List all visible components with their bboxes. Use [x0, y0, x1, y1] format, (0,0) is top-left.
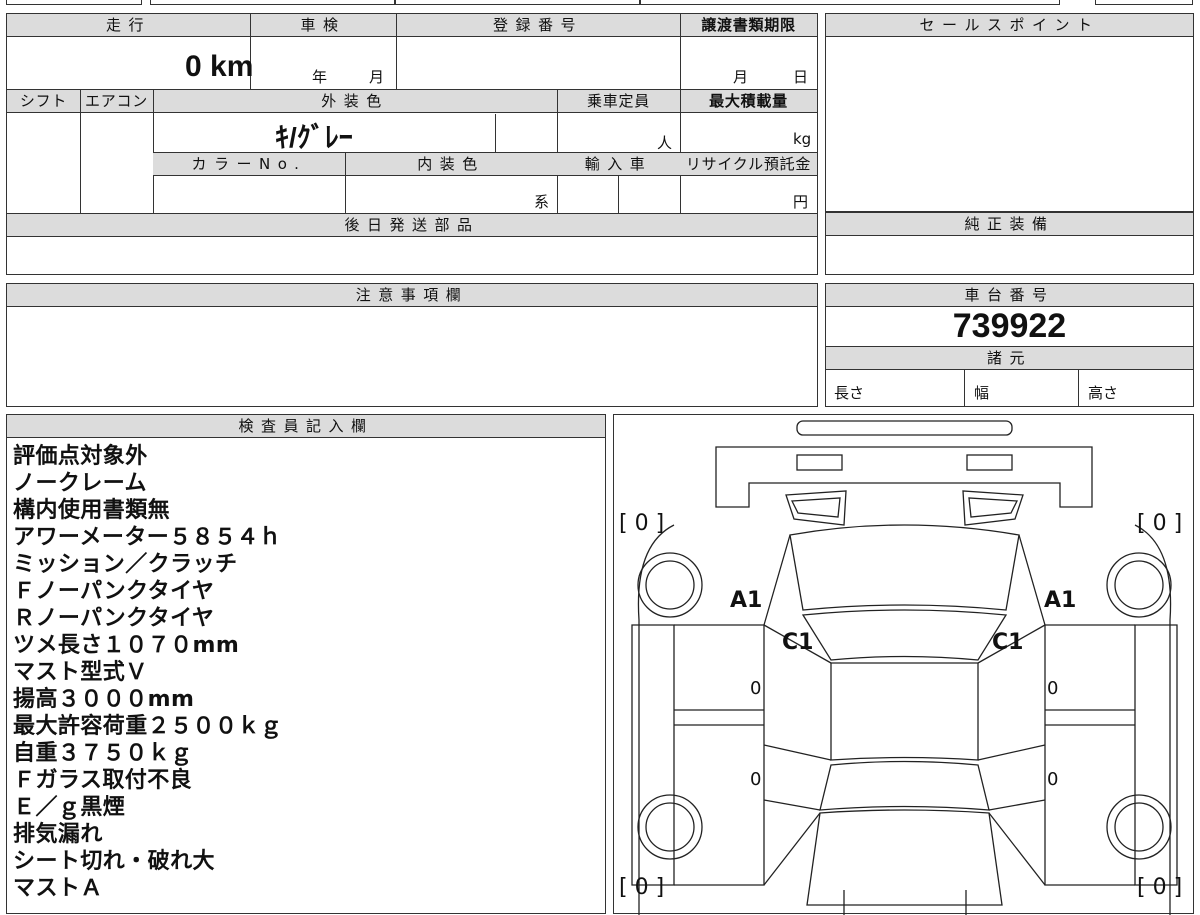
tire-fl-label: [ 0 ]	[619, 511, 665, 536]
notes-header: 注意事項欄	[7, 284, 817, 307]
remark-line: ツメ長さ１０７０mm	[13, 633, 240, 658]
remark-line: Ｒノーパンクタイヤ	[13, 606, 215, 631]
sales-point-header: セールスポイント	[826, 14, 1193, 37]
genuine-equipment-box: 純正装備	[825, 212, 1194, 275]
shift-header: シフト	[7, 90, 80, 113]
mileage-header: 走行	[7, 14, 250, 37]
vehicle-diagram-box: [ 0 ] [ 0 ] [ 0 ] [ 0 ] A1 A1 C1 C1 0 0 …	[613, 414, 1194, 915]
remark-line: 排気漏れ	[13, 822, 103, 847]
max-load-unit: kg	[793, 130, 812, 148]
height-label: 高さ	[1088, 384, 1119, 402]
remark-line: Ｆガラス取付不良	[13, 768, 193, 793]
damage-mark-a1-right: A1	[1044, 588, 1077, 613]
vehicle-info-grid: 走行 車検 登録番号 譲渡書類期限 0 km 年 月 月 日 シフト エアコン …	[6, 13, 818, 275]
exterior-value: ｷ/ｸﾞﾚｰ	[275, 122, 353, 153]
chassis-box: 車台番号 739922 諸元 長さ 幅 高さ	[825, 283, 1194, 407]
damage-mark-a1-left: A1	[730, 588, 763, 613]
door-rr-value: 0	[1047, 769, 1059, 790]
remark-line: 構内使用書類無	[13, 498, 171, 523]
shaken-header: 車検	[250, 14, 396, 37]
remark-line: マスト型式Ｖ	[13, 660, 148, 685]
transfer-month: 月	[733, 68, 749, 86]
notes-box: 注意事項欄	[6, 283, 818, 407]
tire-fr-label: [ 0 ]	[1137, 511, 1183, 536]
later-parts-header: 後日発送部品	[7, 214, 817, 237]
registration-header: 登録番号	[396, 14, 680, 37]
tire-rl-label: [ 0 ]	[619, 875, 665, 900]
inspector-box: 検査員記入欄 評価点対象外 ノークレーム 構内使用書類無 アワーメーター５８５４…	[6, 414, 606, 914]
specs-header: 諸元	[826, 346, 1193, 370]
top-strip	[0, 0, 1200, 6]
mileage-value: 0 km	[185, 50, 254, 83]
tire-rr-label: [ 0 ]	[1137, 875, 1183, 900]
door-fr-value: 0	[1047, 678, 1059, 699]
ac-header: エアコン	[80, 90, 153, 113]
capacity-header: 乗車定員	[557, 90, 680, 113]
vehicle-outline	[631, 420, 1178, 915]
shaken-month: 月	[369, 68, 385, 86]
remark-line: Ｅ／ｇ黒煙	[13, 795, 126, 820]
transfer-day: 日	[793, 68, 809, 86]
recycle-header: リサイクル預託金	[680, 153, 817, 176]
door-fl-value: 0	[750, 678, 762, 699]
color-no-header: カラーNo.	[153, 153, 345, 176]
remark-line: ノークレーム	[13, 471, 147, 496]
chassis-value: 739922	[952, 307, 1067, 345]
import-header: 輸入車	[557, 153, 680, 176]
max-load-header: 最大積載量	[680, 90, 817, 113]
sales-point-box: セールスポイント	[825, 13, 1194, 212]
capacity-unit: 人	[657, 134, 673, 152]
remark-line: マストＡ	[13, 876, 103, 901]
remark-line: シート切れ・破れ大	[13, 849, 215, 874]
interior-unit: 系	[534, 193, 550, 211]
remark-line: 自重３７５０ｋｇ	[13, 741, 193, 766]
remark-line: ミッション／クラッチ	[13, 552, 238, 577]
damage-mark-c1-left: C1	[782, 630, 814, 655]
inspector-remarks: 評価点対象外 ノークレーム 構内使用書類無 アワーメーター５８５４ｈ ミッション…	[13, 443, 282, 902]
remark-line: Ｆノーパンクタイヤ	[13, 579, 215, 604]
chassis-header: 車台番号	[826, 284, 1193, 307]
remark-line: アワーメーター５８５４ｈ	[13, 525, 282, 550]
width-label: 幅	[974, 384, 990, 402]
damage-mark-c1-right: C1	[992, 630, 1024, 655]
recycle-unit: 円	[793, 193, 809, 211]
genuine-header: 純正装備	[826, 213, 1193, 236]
length-label: 長さ	[834, 384, 865, 402]
remark-line: 評価点対象外	[13, 444, 148, 469]
inspector-header: 検査員記入欄	[7, 415, 605, 438]
remark-line: 揚高３０００mm	[13, 687, 195, 712]
exterior-header: 外装色	[153, 90, 557, 113]
shaken-year: 年	[312, 68, 328, 86]
door-rl-value: 0	[750, 769, 762, 790]
remark-line: 最大許容荷重２５００ｋｇ	[13, 714, 283, 739]
transfer-header: 譲渡書類期限	[680, 14, 817, 37]
interior-header: 内装色	[345, 153, 557, 176]
